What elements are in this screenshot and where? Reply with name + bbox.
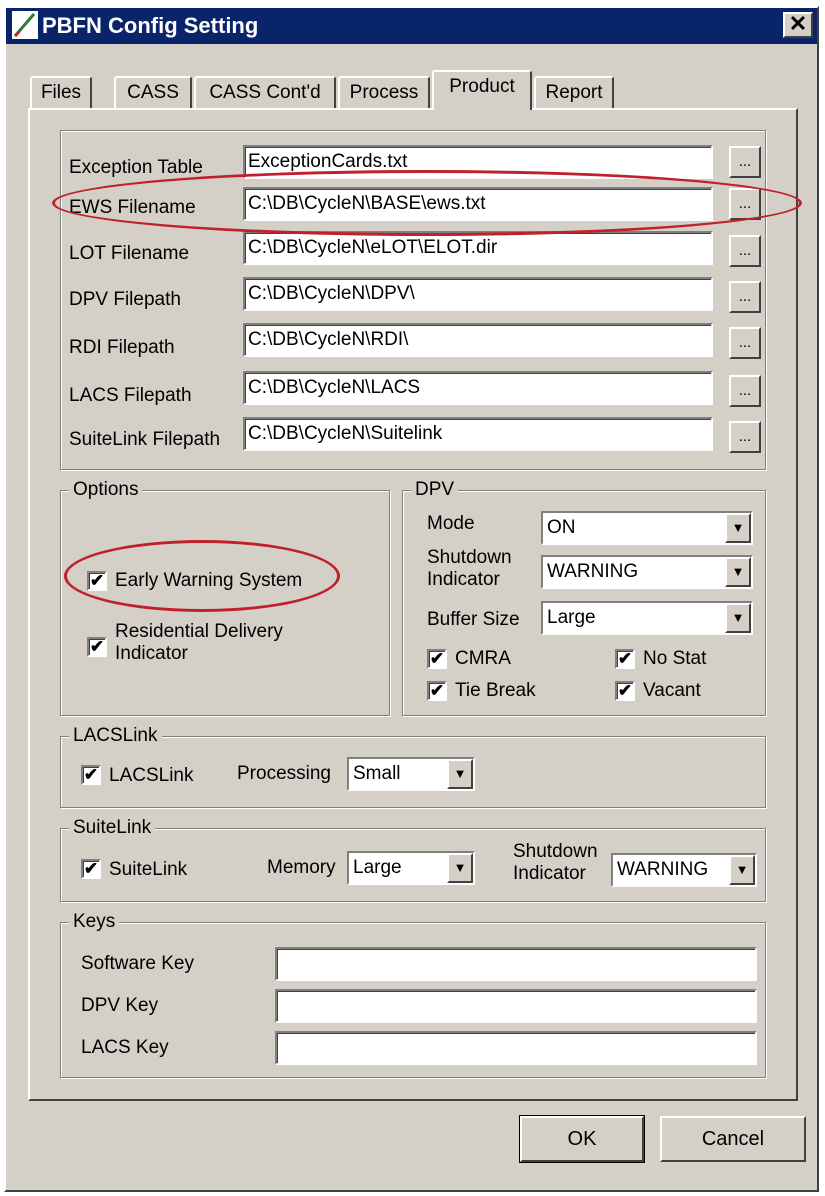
suitelink-shutdown-label-line2: Indicator: [513, 863, 586, 884]
close-button[interactable]: ✕: [783, 12, 813, 38]
ews-filename-label: EWS Filename: [69, 197, 196, 218]
dpv-key-label: DPV Key: [81, 995, 159, 1016]
vacant-label: Vacant: [643, 680, 701, 701]
tiebreak-checkbox[interactable]: ✔: [427, 681, 447, 701]
rdi-label-line2: Indicator: [115, 643, 188, 664]
lacs-filepath-field[interactable]: C:\DB\CycleN\LACS: [243, 371, 713, 405]
exception-table-label: Exception Table: [69, 157, 203, 178]
lacslink-label: LACSLink: [109, 765, 194, 786]
dpv-key-field[interactable]: [275, 989, 757, 1023]
options-group-title: Options: [69, 478, 143, 502]
memory-value: Large: [353, 857, 402, 878]
chevron-down-icon[interactable]: ▼: [447, 759, 473, 789]
suitelink-checkbox[interactable]: ✔: [81, 859, 101, 879]
suitelink-filepath-label: SuiteLink Filepath: [69, 429, 221, 450]
lacs-filepath-label: LACS Filepath: [69, 385, 192, 406]
dpv-filepath-field[interactable]: C:\DB\CycleN\DPV\: [243, 277, 713, 311]
tab-report[interactable]: Report: [534, 76, 614, 108]
lacslink-group-title: LACSLink: [69, 724, 162, 748]
rdi-filepath-browse-button[interactable]: ...: [729, 327, 761, 359]
dpv-shutdown-label-line1: Shutdown: [427, 547, 512, 568]
chevron-down-icon[interactable]: ▼: [729, 855, 755, 885]
tab-cass-contd[interactable]: CASS Cont'd: [194, 76, 336, 108]
rdi-filepath-label: RDI Filepath: [69, 337, 175, 358]
tab-process[interactable]: Process: [338, 76, 430, 108]
memory-select[interactable]: Large ▼: [347, 851, 475, 885]
software-key-field[interactable]: [275, 947, 757, 981]
software-key-label: Software Key: [81, 953, 194, 974]
ews-filename-browse-button[interactable]: ...: [729, 188, 761, 220]
dpv-mode-value: ON: [547, 517, 576, 538]
dpv-shutdown-select[interactable]: WARNING ▼: [541, 555, 753, 589]
keys-group-title: Keys: [69, 910, 120, 934]
options-group: Options ✔ Early Warning System ✔ Residen…: [60, 478, 390, 716]
dpv-mode-label: Mode: [427, 513, 475, 534]
lacs-key-label: LACS Key: [81, 1037, 169, 1058]
nostat-label: No Stat: [643, 648, 707, 669]
cancel-button[interactable]: Cancel: [660, 1116, 806, 1162]
tab-cass[interactable]: CASS: [114, 76, 192, 108]
chevron-down-icon[interactable]: ▼: [725, 513, 751, 543]
window-title: PBFN Config Setting: [42, 13, 259, 38]
suitelink-group-title: SuiteLink: [69, 816, 156, 840]
chevron-down-icon[interactable]: ▼: [447, 853, 473, 883]
dpv-buffer-label: Buffer Size: [427, 609, 520, 630]
dpv-group: DPV Mode ON ▼ Shutdown Indicator WARNING…: [402, 478, 766, 716]
early-warning-label: Early Warning System: [115, 570, 303, 591]
suitelink-filepath-field[interactable]: C:\DB\CycleN\Suitelink: [243, 417, 713, 451]
dpv-group-title: DPV: [411, 478, 459, 502]
tab-product[interactable]: Product: [432, 70, 532, 110]
chevron-down-icon[interactable]: ▼: [725, 557, 751, 587]
tab-files[interactable]: Files: [30, 76, 92, 108]
lacs-key-field[interactable]: [275, 1031, 757, 1065]
pencil-app-icon: [12, 11, 38, 39]
dpv-shutdown-label-line2: Indicator: [427, 569, 500, 590]
memory-label: Memory: [267, 857, 336, 878]
suitelink-shutdown-select[interactable]: WARNING ▼: [611, 853, 757, 887]
dpv-buffer-value: Large: [547, 607, 596, 628]
dpv-buffer-select[interactable]: Large ▼: [541, 601, 753, 635]
ews-filename-field[interactable]: C:\DB\CycleN\BASE\ews.txt: [243, 187, 713, 221]
early-warning-checkbox[interactable]: ✔: [87, 571, 107, 591]
files-group: Exception Table ExceptionCards.txt ... E…: [60, 130, 766, 470]
suitelink-group: SuiteLink ✔ SuiteLink Memory Large ▼ Shu…: [60, 816, 766, 902]
dpv-filepath-label: DPV Filepath: [69, 289, 181, 310]
exception-table-field[interactable]: ExceptionCards.txt: [243, 145, 713, 179]
ok-button[interactable]: OK: [519, 1115, 645, 1163]
tiebreak-label: Tie Break: [455, 680, 536, 701]
suitelink-filepath-browse-button[interactable]: ...: [729, 421, 761, 453]
lacs-filepath-browse-button[interactable]: ...: [729, 375, 761, 407]
dpv-filepath-browse-button[interactable]: ...: [729, 281, 761, 313]
nostat-checkbox[interactable]: ✔: [615, 649, 635, 669]
suitelink-shutdown-label-line1: Shutdown: [513, 841, 598, 862]
title-bar[interactable]: PBFN Config Setting ✕: [6, 8, 817, 44]
cmra-label: CMRA: [455, 648, 511, 669]
lacslink-checkbox[interactable]: ✔: [81, 765, 101, 785]
vacant-checkbox[interactable]: ✔: [615, 681, 635, 701]
keys-group: Keys Software Key DPV Key LACS Key: [60, 910, 766, 1078]
rdi-checkbox[interactable]: ✔: [87, 637, 107, 657]
lot-filename-field[interactable]: C:\DB\CycleN\eLOT\ELOT.dir: [243, 231, 713, 265]
dpv-mode-select[interactable]: ON ▼: [541, 511, 753, 545]
processing-select[interactable]: Small ▼: [347, 757, 475, 791]
config-dialog: PBFN Config Setting ✕ Files CASS CASS Co…: [4, 6, 819, 1192]
dpv-shutdown-value: WARNING: [547, 561, 639, 582]
exception-table-browse-button[interactable]: ...: [729, 146, 761, 178]
rdi-filepath-field[interactable]: C:\DB\CycleN\RDI\: [243, 323, 713, 357]
processing-label: Processing: [237, 763, 331, 784]
cmra-checkbox[interactable]: ✔: [427, 649, 447, 669]
rdi-label-line1: Residential Delivery: [115, 621, 283, 642]
product-panel: Exception Table ExceptionCards.txt ... E…: [28, 108, 798, 1101]
suitelink-label: SuiteLink: [109, 859, 188, 880]
lacslink-group: LACSLink ✔ LACSLink Processing Small ▼: [60, 724, 766, 808]
lot-filename-label: LOT Filename: [69, 243, 190, 264]
chevron-down-icon[interactable]: ▼: [725, 603, 751, 633]
suitelink-shutdown-value: WARNING: [617, 859, 709, 880]
lot-filename-browse-button[interactable]: ...: [729, 235, 761, 267]
processing-value: Small: [353, 763, 401, 784]
